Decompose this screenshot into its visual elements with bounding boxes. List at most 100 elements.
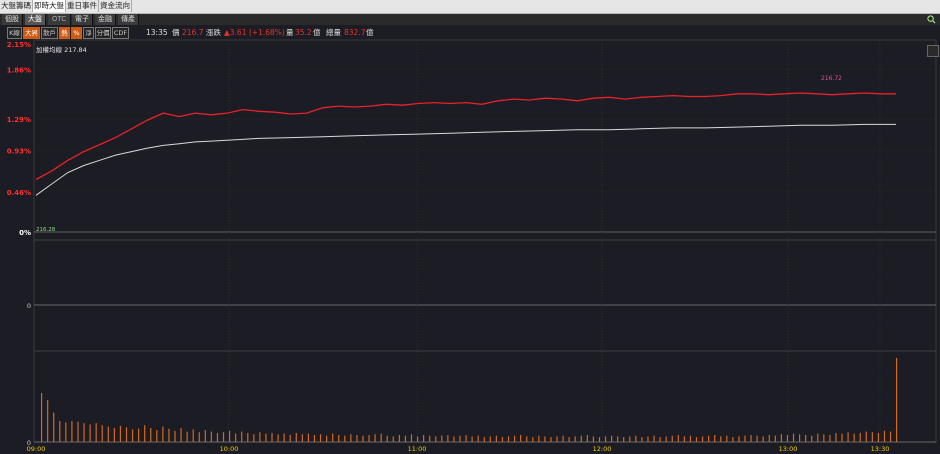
volume-bar	[823, 434, 825, 442]
volume-bar	[156, 430, 158, 442]
volume-bar	[513, 435, 516, 442]
volume-bar	[313, 435, 316, 442]
volume-bar	[228, 430, 231, 442]
volume-bar	[295, 432, 297, 442]
x-tick-label: 10:00	[220, 445, 239, 453]
volume-bar	[817, 433, 819, 442]
volume-bar	[283, 433, 285, 442]
volume-bar	[477, 435, 479, 442]
volume-bar	[677, 435, 679, 442]
volume-bar	[192, 429, 194, 442]
volume-bar	[392, 436, 394, 442]
volume-bar	[289, 435, 291, 442]
volume-bar	[332, 433, 334, 442]
volume-bar	[695, 437, 698, 442]
volume-bar	[83, 423, 85, 442]
volume-bar	[641, 437, 643, 442]
volume-bar	[617, 436, 619, 442]
volume-bar	[829, 435, 831, 442]
volume-bar	[344, 435, 346, 442]
volume-bar	[447, 435, 449, 442]
volume-bar	[459, 435, 461, 442]
volume-bar	[501, 437, 504, 442]
volume-bar	[871, 432, 873, 442]
volume-bar	[520, 435, 522, 442]
volume-bar	[544, 436, 546, 442]
volume-bar	[708, 435, 710, 442]
volume-bar	[568, 437, 570, 442]
volume-bar	[683, 436, 685, 442]
volume-bar	[756, 435, 758, 442]
volume-bar	[798, 434, 801, 442]
volume-bar	[138, 428, 140, 442]
volume-bar	[768, 435, 770, 442]
volume-bar	[435, 436, 437, 442]
volume-bar	[489, 436, 491, 442]
volume-bar	[556, 436, 558, 442]
volume-bar	[338, 435, 340, 442]
volume-bar	[113, 428, 115, 442]
volume-bar	[416, 436, 419, 442]
volume-bar	[811, 435, 813, 442]
volume-bar	[538, 435, 540, 442]
volume-bar	[592, 436, 595, 442]
volume-bar	[877, 432, 880, 442]
volume-bar	[550, 437, 552, 442]
volume-bar	[441, 435, 443, 442]
volume-bar	[744, 435, 746, 442]
volume-bar	[241, 431, 243, 442]
expand-icon[interactable]	[927, 45, 939, 57]
volume-bar	[131, 429, 134, 442]
volume-bar	[701, 436, 704, 442]
volume-bar	[216, 432, 219, 442]
middle-zero-label: 0	[27, 302, 31, 310]
volume-bar	[380, 433, 382, 442]
volume-bar	[429, 435, 431, 442]
volume-bar	[204, 430, 206, 442]
volume-bar	[865, 431, 867, 442]
volume-bar	[374, 434, 376, 442]
volume-bar	[665, 436, 667, 442]
x-tick-label: 13:30	[871, 445, 890, 453]
volume-bar	[265, 433, 267, 442]
volume-bar	[780, 434, 782, 442]
price-line	[35, 92, 896, 181]
volume-bar	[168, 428, 170, 442]
volume-bar	[532, 437, 534, 442]
volume-bar	[574, 436, 576, 442]
volume-bar	[714, 435, 716, 442]
x-tick-label: 11:00	[408, 445, 427, 453]
volume-bar	[144, 425, 146, 442]
volume-bar	[125, 427, 128, 442]
volume-bar	[210, 431, 212, 442]
volume-bar	[301, 434, 303, 442]
volume-bar	[277, 434, 279, 442]
high-label: 216.72	[821, 75, 842, 82]
volume-bar	[853, 433, 855, 442]
volume-bar	[89, 424, 91, 442]
volume-bar	[47, 400, 49, 442]
volume-bar	[671, 435, 673, 442]
volume-bar	[59, 421, 61, 442]
y-tick-label: 1.86%	[7, 66, 31, 74]
volume-bar	[174, 430, 176, 442]
volume-bar	[629, 436, 631, 442]
average-line	[35, 123, 896, 196]
volume-bar	[119, 425, 122, 442]
volume-bar	[410, 434, 413, 442]
volume-bar	[198, 432, 200, 442]
volume-bar	[805, 435, 807, 442]
volume-bar	[720, 436, 722, 442]
volume-bar	[186, 431, 188, 442]
zero-label: 0%	[19, 229, 31, 237]
volume-bar	[883, 430, 886, 442]
volume-bar	[65, 422, 67, 442]
volume-bar	[362, 435, 364, 442]
volume-bar	[835, 432, 837, 442]
volume-bar	[101, 425, 103, 442]
volume-bar	[307, 433, 310, 442]
volume-bar	[77, 421, 79, 442]
intraday-chart: 2.15% 1.86% 1.29% 0.93% 0.46% 0% 216.28 加權均線 21…	[7, 39, 937, 453]
volume-bar	[41, 393, 43, 442]
volume-bar	[507, 436, 510, 442]
